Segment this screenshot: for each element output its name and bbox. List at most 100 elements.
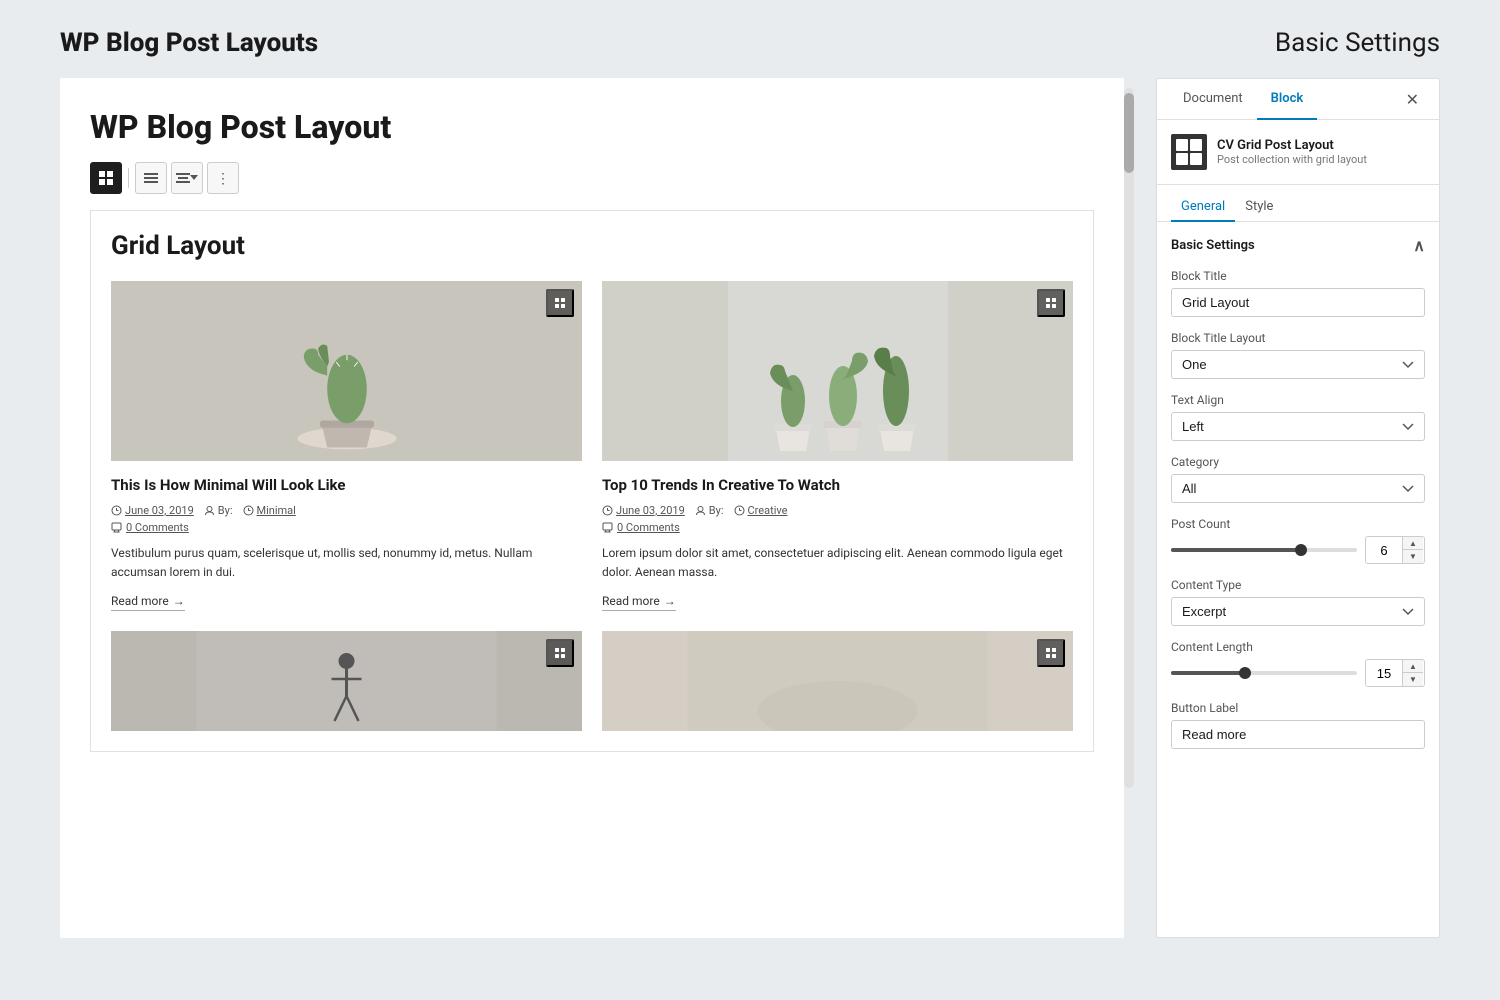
post-count-up[interactable]: ▲ (1403, 537, 1423, 550)
post-category-1[interactable]: Minimal (257, 504, 296, 517)
block-info: CV Grid Post Layout Post collection with… (1157, 120, 1439, 185)
post-card-bottom-1 (111, 631, 582, 731)
post-excerpt-2: Lorem ipsum dolor sit amet, consectetuer… (602, 544, 1073, 582)
blog-content: Grid Layout (90, 210, 1094, 752)
post-author-label-1: By: (218, 504, 233, 517)
post-read-more-1[interactable]: Read more → (111, 594, 185, 611)
post-image-btn-1[interactable] (546, 289, 574, 317)
bottom-image-btn-1[interactable] (546, 639, 574, 667)
collapse-button[interactable]: ∧ (1413, 236, 1425, 255)
page-title: WP Blog Post Layouts (60, 28, 318, 58)
list-view-button[interactable] (135, 162, 167, 194)
post-meta-2: June 03, 2019 By: Creative (602, 504, 1073, 517)
field-group-post-count: Post Count ▲ ▼ (1171, 517, 1425, 564)
text-align-label: Text Align (1171, 393, 1425, 407)
post-meta-1: June 03, 2019 By: Minimal (111, 504, 582, 517)
tab-document[interactable]: Document (1169, 79, 1257, 120)
post-count-down[interactable]: ▼ (1403, 550, 1423, 563)
content-length-spinners: ▲ ▼ (1402, 660, 1423, 686)
post-excerpt-1: Vestibulum purus quam, scelerisque ut, m… (111, 544, 582, 582)
field-group-category: Category All Minimal Creative (1171, 455, 1425, 503)
tab-block[interactable]: Block (1257, 79, 1318, 120)
category-label: Category (1171, 455, 1425, 469)
post-count-slider[interactable] (1171, 548, 1357, 552)
post-count-spinners: ▲ ▼ (1402, 537, 1423, 563)
settings-section: Basic Settings ∧ Block Title Block Title… (1157, 222, 1439, 937)
post-comments-2: 0 Comments (602, 521, 1073, 534)
post-count-input[interactable] (1366, 537, 1402, 563)
preview-page-title: WP Blog Post Layout (90, 108, 1094, 146)
title-layout-label: Block Title Layout (1171, 331, 1425, 345)
post-read-more-2[interactable]: Read more → (602, 594, 676, 611)
right-panel: Document Block ✕ CV Grid Post Layout Pos… (1140, 78, 1440, 938)
post-comments-1: 0 Comments (111, 521, 582, 534)
sub-tab-style[interactable]: Style (1235, 193, 1283, 222)
button-label-label: Button Label (1171, 701, 1425, 715)
block-info-name: CV Grid Post Layout (1217, 138, 1367, 153)
title-layout-select[interactable]: One Two Three (1171, 350, 1425, 379)
post-category-2[interactable]: Creative (748, 504, 788, 517)
post-count-slider-container[interactable] (1171, 548, 1357, 552)
bottom-image-2 (602, 631, 1073, 731)
post-count-row: ▲ ▼ (1171, 536, 1425, 564)
content-length-slider-container[interactable] (1171, 671, 1357, 675)
more-icon: ⋮ (216, 170, 230, 187)
block-title-label: Block Title (1171, 269, 1425, 283)
field-group-block-title: Block Title (1171, 269, 1425, 317)
content-type-label: Content Type (1171, 578, 1425, 592)
post-comments-link-2[interactable]: 0 Comments (617, 521, 680, 534)
block-toolbar: ⋮ (90, 162, 1094, 194)
settings-header: Basic Settings ∧ (1171, 236, 1425, 255)
sub-tabs: General Style (1157, 185, 1439, 222)
post-count-label: Post Count (1171, 517, 1425, 531)
grid-view-button[interactable] (90, 162, 122, 194)
align-button[interactable] (171, 162, 203, 194)
post-date-2[interactable]: June 03, 2019 (616, 504, 685, 517)
category-select[interactable]: All Minimal Creative (1171, 474, 1425, 503)
preview-area: WP Blog Post Layout (60, 78, 1124, 938)
panel-box: Document Block ✕ CV Grid Post Layout Pos… (1156, 78, 1440, 938)
content-length-row: ▲ ▼ (1171, 659, 1425, 687)
more-options-button[interactable]: ⋮ (207, 162, 239, 194)
content-length-input-wrapper: ▲ ▼ (1365, 659, 1425, 687)
sub-tab-general[interactable]: General (1171, 193, 1235, 222)
post-date-1[interactable]: June 03, 2019 (125, 504, 194, 517)
text-align-select[interactable]: Left Center Right (1171, 412, 1425, 441)
block-info-desc: Post collection with grid layout (1217, 153, 1367, 166)
field-group-button-label: Button Label (1171, 701, 1425, 749)
content-length-label: Content Length (1171, 640, 1425, 654)
bottom-image-btn-2[interactable] (1037, 639, 1065, 667)
post-image-1 (111, 281, 582, 461)
scroll-indicator (1124, 78, 1140, 938)
post-comments-link-1[interactable]: 0 Comments (126, 521, 189, 534)
content-length-down[interactable]: ▼ (1403, 673, 1423, 686)
post-card-1: This Is How Minimal Will Look Like June … (111, 281, 582, 611)
field-group-title-layout: Block Title Layout One Two Three (1171, 331, 1425, 379)
post-title-2: Top 10 Trends In Creative To Watch (602, 475, 1073, 496)
button-label-input[interactable] (1171, 720, 1425, 749)
post-author-label-2: By: (709, 504, 724, 517)
posts-grid: This Is How Minimal Will Look Like June … (111, 281, 1073, 611)
post-image-btn-2[interactable] (1037, 289, 1065, 317)
content-length-input[interactable] (1366, 660, 1402, 686)
post-title-1: This Is How Minimal Will Look Like (111, 475, 582, 496)
settings-title: Basic Settings (1275, 28, 1440, 58)
block-info-text: CV Grid Post Layout Post collection with… (1217, 138, 1367, 166)
content-length-up[interactable]: ▲ (1403, 660, 1423, 673)
post-card-2: Top 10 Trends In Creative To Watch June … (602, 281, 1073, 611)
panel-close-button[interactable]: ✕ (1398, 82, 1427, 117)
post-image-2 (602, 281, 1073, 461)
post-card-bottom-2 (602, 631, 1073, 731)
content-length-slider[interactable] (1171, 671, 1357, 675)
field-group-content-type: Content Type Excerpt Full (1171, 578, 1425, 626)
post-count-input-wrapper: ▲ ▼ (1365, 536, 1425, 564)
settings-section-title: Basic Settings (1171, 238, 1255, 253)
field-group-text-align: Text Align Left Center Right (1171, 393, 1425, 441)
block-icon (1171, 134, 1207, 170)
field-group-content-length: Content Length ▲ ▼ (1171, 640, 1425, 687)
block-title-input[interactable] (1171, 288, 1425, 317)
toolbar-separator (128, 168, 129, 188)
content-type-select[interactable]: Excerpt Full (1171, 597, 1425, 626)
bottom-image-1 (111, 631, 582, 731)
blog-grid-title: Grid Layout (111, 231, 1073, 261)
